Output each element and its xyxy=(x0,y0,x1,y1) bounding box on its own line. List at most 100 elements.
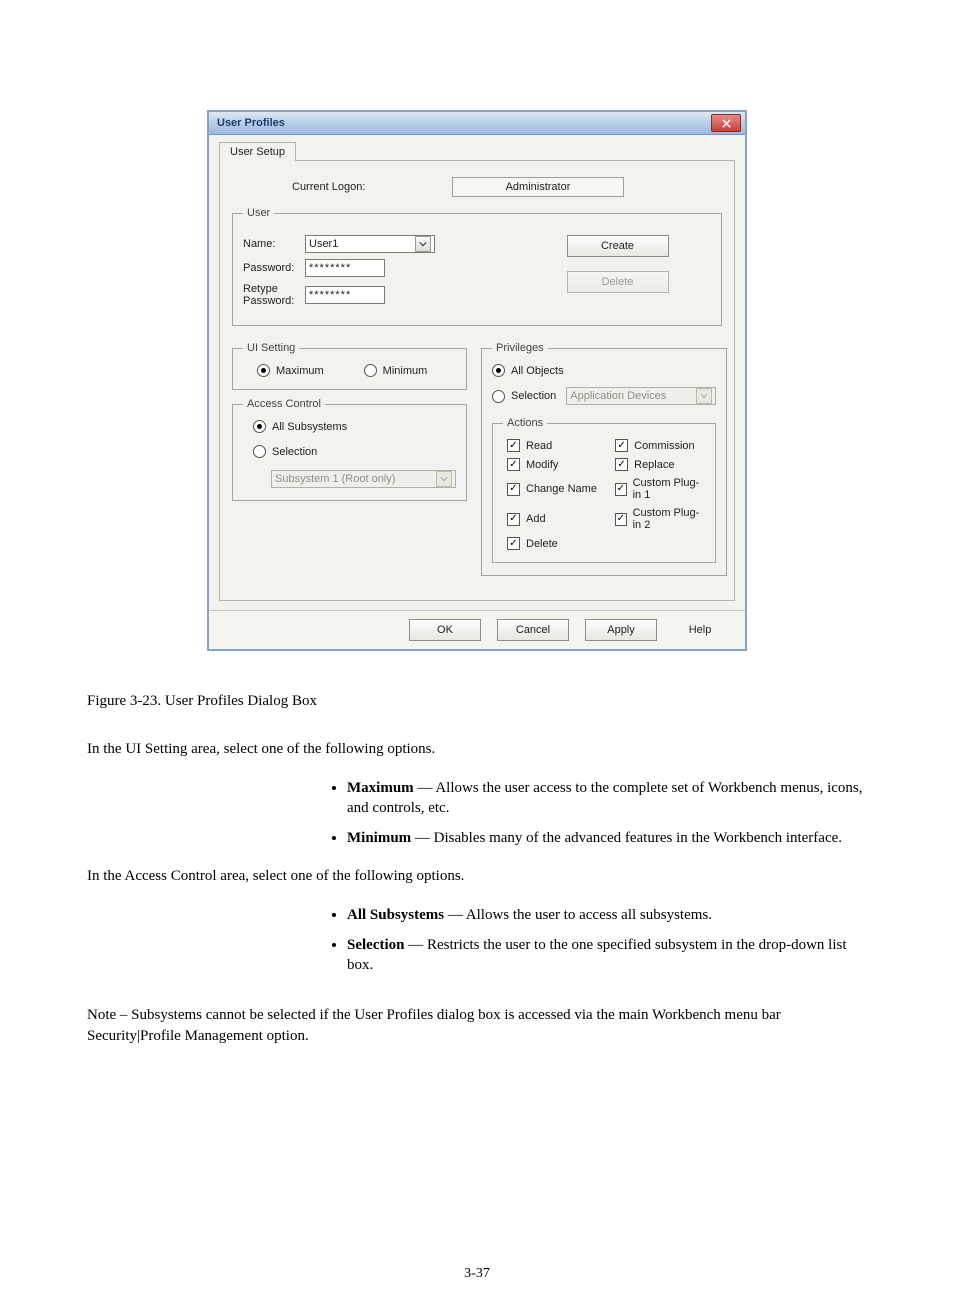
radio-all-objects[interactable]: All Objects xyxy=(492,364,716,377)
note-paragraph: Note – Subsystems cannot be selected if … xyxy=(87,1005,867,1046)
option-label: Minimum xyxy=(347,830,411,846)
close-icon[interactable] xyxy=(711,114,741,132)
radio-dot-icon xyxy=(492,390,505,403)
radio-selection-priv-label: Selection xyxy=(511,390,556,402)
ok-button[interactable]: OK xyxy=(409,619,481,641)
radio-minimum-label: Minimum xyxy=(383,365,428,377)
check-modify[interactable]: Modify xyxy=(507,458,597,471)
dialog-button-bar: OK Cancel Apply Help xyxy=(209,610,745,649)
radio-all-objects-label: All Objects xyxy=(511,365,564,377)
name-combobox[interactable]: User1 xyxy=(305,235,435,253)
help-button[interactable]: Help xyxy=(673,620,727,640)
subsystem-select: Subsystem 1 (Root only) xyxy=(271,470,456,488)
list-item: Minimum — Disables many of the advanced … xyxy=(347,828,867,848)
document-body-text: Figure 3-23. User Profiles Dialog Box In… xyxy=(87,691,867,1046)
checkbox-icon xyxy=(615,439,628,452)
ui-setting-group: UI Setting Maximum Minimum xyxy=(232,342,467,390)
access-control-group: Access Control All Subsystems Selection … xyxy=(232,398,467,501)
option-label: Maximum xyxy=(347,780,414,796)
password-label: Password: xyxy=(243,262,305,274)
radio-all-subsystems[interactable]: All Subsystems xyxy=(253,420,456,433)
radio-selection-access[interactable]: Selection xyxy=(253,445,456,458)
checkbox-icon xyxy=(615,458,628,471)
check-modify-label: Modify xyxy=(526,459,558,471)
retype-label: Retype Password: xyxy=(243,283,305,307)
create-button[interactable]: Create xyxy=(567,235,669,257)
check-custom2-label: Custom Plug-in 2 xyxy=(633,507,706,531)
option-label: Selection xyxy=(347,937,405,953)
option-label: All Subsystems xyxy=(347,907,444,923)
option-desc: — Restricts the user to the one specifie… xyxy=(347,937,847,973)
ui-options-list: Maximum — Allows the user access to the … xyxy=(347,778,867,849)
tab-user-setup[interactable]: User Setup xyxy=(219,142,296,161)
check-change-name[interactable]: Change Name xyxy=(507,477,597,501)
checkbox-icon xyxy=(507,458,520,471)
privileges-select-value: Application Devices xyxy=(570,390,666,402)
titlebar: User Profiles xyxy=(209,112,745,135)
privileges-legend: Privileges xyxy=(492,342,548,354)
option-desc: — Allows the user access to the complete… xyxy=(347,780,863,816)
check-custom1-label: Custom Plug-in 1 xyxy=(633,477,706,501)
check-read-label: Read xyxy=(526,440,552,452)
paragraph-ui-setting: In the UI Setting area, select one of th… xyxy=(87,739,867,759)
radio-dot-icon xyxy=(364,364,377,377)
check-add[interactable]: Add xyxy=(507,507,597,531)
name-label: Name: xyxy=(243,238,305,250)
chevron-down-icon[interactable] xyxy=(415,236,431,252)
check-commission[interactable]: Commission xyxy=(615,439,705,452)
delete-button[interactable]: Delete xyxy=(567,271,669,293)
check-delete-label: Delete xyxy=(526,538,558,550)
radio-dot-icon xyxy=(492,364,505,377)
radio-maximum[interactable]: Maximum xyxy=(257,364,324,377)
check-replace[interactable]: Replace xyxy=(615,458,705,471)
current-logon-value: Administrator xyxy=(452,177,624,197)
password-input[interactable]: ******** xyxy=(305,259,385,277)
list-item: Selection — Restricts the user to the on… xyxy=(347,935,867,976)
option-desc: — Disables many of the advanced features… xyxy=(411,830,842,846)
checkbox-icon xyxy=(507,439,520,452)
actions-group: Actions Read Commission Modify Replace C… xyxy=(492,417,716,563)
option-desc: — Allows the user to access all subsyste… xyxy=(444,907,712,923)
radio-all-subsystems-label: All Subsystems xyxy=(272,421,347,433)
check-commission-label: Commission xyxy=(634,440,695,452)
access-options-list: All Subsystems — Allows the user to acce… xyxy=(347,905,867,976)
check-delete[interactable]: Delete xyxy=(507,537,597,550)
apply-button[interactable]: Apply xyxy=(585,619,657,641)
privileges-select: Application Devices xyxy=(566,387,716,405)
ui-setting-legend: UI Setting xyxy=(243,342,299,354)
retype-password-input[interactable]: ******** xyxy=(305,286,385,304)
check-read[interactable]: Read xyxy=(507,439,597,452)
figure-caption: Figure 3-23. User Profiles Dialog Box xyxy=(87,691,867,711)
cancel-button[interactable]: Cancel xyxy=(497,619,569,641)
radio-minimum[interactable]: Minimum xyxy=(364,364,428,377)
radio-dot-icon xyxy=(257,364,270,377)
current-logon-label: Current Logon: xyxy=(232,181,452,193)
page-number: 3-37 xyxy=(0,1266,954,1312)
checkbox-icon xyxy=(507,483,520,496)
checkbox-icon xyxy=(507,537,520,550)
paragraph-access-control: In the Access Control area, select one o… xyxy=(87,866,867,886)
access-control-legend: Access Control xyxy=(243,398,325,410)
radio-maximum-label: Maximum xyxy=(276,365,324,377)
checkbox-icon xyxy=(507,513,520,526)
check-custom1[interactable]: Custom Plug-in 1 xyxy=(615,477,705,501)
radio-selection-priv[interactable]: Selection xyxy=(492,390,556,403)
check-add-label: Add xyxy=(526,513,546,525)
user-group: User Name: User1 xyxy=(232,207,722,326)
list-item: All Subsystems — Allows the user to acce… xyxy=(347,905,867,925)
privileges-group: Privileges All Objects Selection Applica… xyxy=(481,342,727,576)
subsystem-select-value: Subsystem 1 (Root only) xyxy=(275,473,395,485)
check-change-name-label: Change Name xyxy=(526,483,597,495)
tab-label: User Setup xyxy=(230,146,285,158)
checkbox-icon xyxy=(615,513,626,526)
check-custom2[interactable]: Custom Plug-in 2 xyxy=(615,507,705,531)
chevron-down-icon xyxy=(436,471,452,487)
check-replace-label: Replace xyxy=(634,459,674,471)
chevron-down-icon xyxy=(696,388,712,404)
name-value: User1 xyxy=(309,238,338,250)
user-legend: User xyxy=(243,207,274,219)
actions-legend: Actions xyxy=(503,417,547,429)
user-profiles-window: User Profiles User Setup Current Logon: … xyxy=(207,110,747,651)
radio-selection-access-label: Selection xyxy=(272,446,317,458)
radio-dot-icon xyxy=(253,445,266,458)
